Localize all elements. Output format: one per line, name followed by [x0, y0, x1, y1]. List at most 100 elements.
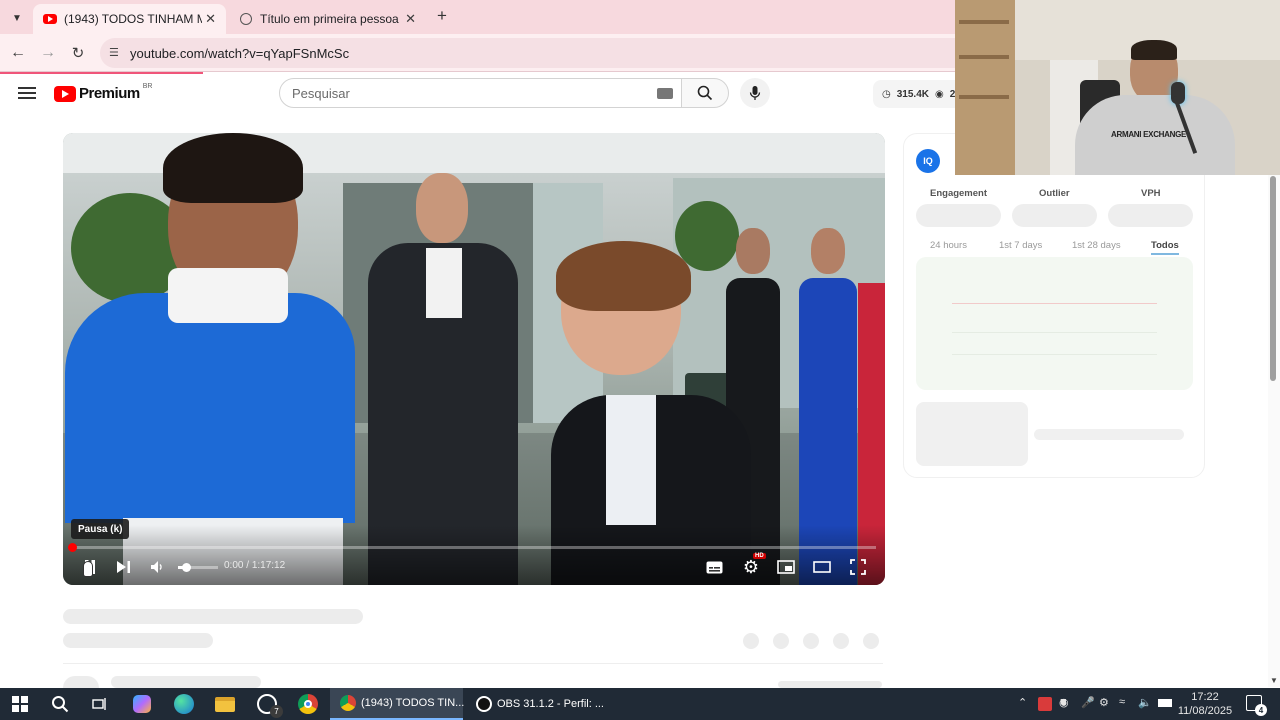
tray-volume-icon[interactable]: 🔈: [1138, 696, 1152, 709]
close-tab-icon[interactable]: ✕: [405, 11, 416, 27]
action-skeleton: [743, 633, 759, 649]
taskbar-app-title: OBS 31.1.2 - Perfil: ...: [497, 698, 604, 710]
site-settings-icon[interactable]: ☰: [109, 46, 119, 59]
subtitles-icon: [706, 561, 722, 573]
scrollbar-thumb[interactable]: [1270, 176, 1276, 381]
tray-app-icon-red[interactable]: [1038, 697, 1052, 711]
browser-tab-strip: ▼ (1943) TODOS TINHAM MEDO ✕ Título em p…: [0, 0, 955, 34]
comment-skeleton: [778, 681, 882, 688]
webcam-shelf-item: [959, 20, 1009, 24]
clock[interactable]: 17:22 11/08/2025: [1176, 690, 1234, 718]
metric-label-vph: VPH: [1141, 188, 1161, 199]
chrome-icon: [340, 695, 356, 711]
close-tab-icon[interactable]: ✕: [205, 11, 216, 27]
metric-label-outlier: Outlier: [1039, 188, 1070, 199]
tray-battery-icon[interactable]: [1158, 699, 1172, 707]
tray-meet-icon[interactable]: ■: [1060, 696, 1067, 708]
new-tab-button[interactable]: +: [432, 6, 452, 26]
range-tab-all[interactable]: Todos: [1151, 240, 1179, 255]
volume-knob[interactable]: [182, 562, 191, 572]
webcam-shirt-text: ARMANI EXCHANGE: [1111, 130, 1187, 139]
time-display: 0:00 / 1:17:12: [224, 560, 285, 571]
settings-button[interactable]: ⚙ HD: [739, 553, 766, 577]
reload-icon[interactable]: ↻: [67, 42, 89, 64]
forward-arrow-icon[interactable]: →: [37, 42, 59, 64]
extension-logo-icon[interactable]: IQ: [916, 149, 940, 173]
clock-time: 17:22: [1191, 691, 1219, 703]
thumbnail-skeleton: [916, 402, 1028, 466]
hamburger-menu-icon[interactable]: [18, 85, 36, 101]
mute-button[interactable]: [147, 557, 169, 577]
tray-microphone-icon[interactable]: 🎤: [1081, 696, 1095, 709]
search-button[interactable]: [681, 78, 729, 108]
time-total: 1:17:12: [251, 560, 286, 571]
windows-taskbar: 7 (1943) TODOS TIN... OBS 31.1.2 - Perfi…: [0, 688, 1280, 720]
tab-title: Título em primeira pessoa: [260, 12, 399, 26]
tray-settings-icon[interactable]: ⚙: [1099, 696, 1109, 709]
search-input[interactable]: Pesquisar: [279, 78, 682, 108]
clock-icon: ◷: [882, 88, 891, 100]
hd-badge: HD: [753, 553, 766, 559]
tray-overflow-chevron-icon[interactable]: ⌃: [1018, 696, 1027, 709]
webcam-person-hair: [1131, 40, 1177, 60]
time-current: 0:00: [224, 560, 244, 571]
action-skeleton: [803, 633, 819, 649]
back-arrow-icon[interactable]: ←: [7, 42, 29, 64]
next-button[interactable]: [113, 557, 135, 577]
task-view-icon[interactable]: [88, 692, 112, 716]
subs-count: 315.4K: [896, 88, 929, 100]
range-tab-7d[interactable]: 1st 7 days: [999, 240, 1042, 251]
edge-icon[interactable]: [172, 692, 196, 716]
tab-list-chevron-icon[interactable]: ▼: [8, 9, 26, 27]
tab-title: (1943) TODOS TINHAM MEDO: [64, 12, 202, 26]
keyboard-icon[interactable]: [657, 88, 673, 99]
miniplayer-button[interactable]: [775, 557, 797, 577]
address-bar[interactable]: ☰ youtube.com/watch?v=qYapFSnMcSc: [100, 38, 955, 68]
webcam-shelf-item: [959, 95, 1009, 99]
chrome-icon[interactable]: [296, 692, 320, 716]
browser-tab-titulo[interactable]: Título em primeira pessoa ✕: [230, 4, 426, 34]
channel-stats-widget[interactable]: ◷ 315.4K ◉ 24: [873, 80, 961, 108]
action-skeleton: [863, 633, 879, 649]
taskbar-app-obs[interactable]: OBS 31.1.2 - Perfil: ...: [466, 688, 604, 720]
file-explorer-icon[interactable]: [213, 692, 237, 716]
metric-value-skeleton: [916, 204, 1001, 227]
volume-icon: [151, 561, 162, 573]
logo-text: Premium: [79, 85, 140, 102]
subtitles-button[interactable]: [703, 557, 725, 577]
time-separator: /: [243, 560, 252, 571]
video-figure-man: [368, 173, 518, 585]
range-tab-24h[interactable]: 24 hours: [930, 240, 967, 251]
browser-toolbar: ← → ↻ ☰ youtube.com/watch?v=qYapFSnMcSc: [0, 34, 955, 72]
voice-search-button[interactable]: [740, 78, 770, 108]
whatsapp-badge: 7: [270, 705, 283, 718]
search-icon[interactable]: [48, 692, 72, 716]
metric-value-skeleton: [1012, 204, 1097, 227]
globe-icon: [240, 13, 252, 25]
copilot-icon[interactable]: [130, 692, 154, 716]
title-skeleton: [63, 609, 363, 624]
analytics-panel: IQ Engagement Outlier VPH 24 hours 1st 7…: [903, 133, 1205, 478]
scroll-down-arrow-icon[interactable]: ▼: [1270, 676, 1278, 685]
channel-skeleton: [63, 633, 213, 648]
notification-center-icon[interactable]: 4: [1246, 695, 1267, 716]
video-figure-maid: [63, 133, 363, 585]
fullscreen-button[interactable]: [847, 557, 869, 577]
browser-tab-youtube[interactable]: (1943) TODOS TINHAM MEDO ✕: [33, 4, 226, 34]
windows-start-icon[interactable]: [8, 692, 32, 716]
range-tab-28d[interactable]: 1st 28 days: [1072, 240, 1121, 251]
tray-wifi-icon[interactable]: ≈: [1119, 696, 1125, 708]
video-player[interactable]: Pausa (k) 0:00 / 1:17:12 ⚙ HD: [63, 133, 885, 585]
fullscreen-icon: [850, 559, 866, 575]
progress-bar[interactable]: [70, 546, 876, 549]
taskbar-app-chrome[interactable]: (1943) TODOS TIN...: [330, 688, 464, 720]
theater-mode-button[interactable]: [811, 557, 833, 577]
scrubber-handle[interactable]: [68, 543, 77, 552]
notification-count: 4: [1255, 704, 1267, 716]
volume-slider[interactable]: [178, 557, 218, 577]
webcam-shelf-item: [959, 55, 1009, 59]
comment-skeleton: [63, 676, 99, 688]
mouse-cursor-icon: [83, 561, 93, 577]
youtube-premium-logo[interactable]: Premium BR: [54, 83, 152, 102]
whatsapp-icon[interactable]: 7: [255, 692, 283, 718]
